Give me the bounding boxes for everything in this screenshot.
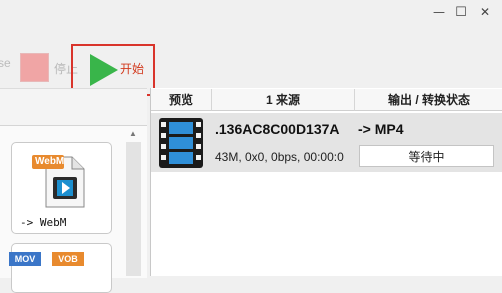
task-source-info: 43M, 0x0, 0bps, 00:00:0: [215, 150, 344, 164]
format-card-mov-vob[interactable]: MOV VOB: [9, 243, 112, 293]
column-header-output-status[interactable]: 输出 / 转换状态: [355, 89, 502, 111]
maximize-icon[interactable]: ☐: [450, 2, 472, 22]
task-source-name: .136AC8C00D137A: [215, 121, 340, 137]
play-icon: [90, 54, 118, 86]
task-status-button[interactable]: 等待中: [359, 145, 494, 167]
mov-badge: MOV: [9, 252, 41, 266]
scroll-up-arrow-icon[interactable]: ▲: [123, 125, 143, 141]
format-caption: -> WebM: [20, 216, 67, 229]
format-card-webm[interactable]: WebM -> WebM: [11, 142, 112, 234]
close-icon[interactable]: ✕: [474, 2, 496, 22]
toolbar-partial-label: se: [0, 56, 11, 70]
task-list: 预览 1 来源 输出 / 转换状态 .136AC8C00D137A 43M, 0…: [150, 88, 502, 276]
column-header-source[interactable]: 1 来源: [212, 89, 355, 111]
webm-badge: WebM: [35, 156, 65, 167]
video-file-icon: [159, 118, 203, 168]
table-row[interactable]: .136AC8C00D137A 43M, 0x0, 0bps, 00:00:0 …: [151, 113, 502, 172]
title-bar: — ☐ ✕: [0, 0, 502, 26]
column-header-preview[interactable]: 预览: [151, 89, 212, 111]
minimize-icon[interactable]: —: [428, 2, 450, 22]
vob-badge: VOB: [52, 252, 84, 266]
scrollbar[interactable]: [126, 142, 141, 276]
start-label: 开始: [120, 62, 145, 76]
stop-icon: [20, 53, 49, 82]
task-output-format: -> MP4: [358, 121, 404, 137]
